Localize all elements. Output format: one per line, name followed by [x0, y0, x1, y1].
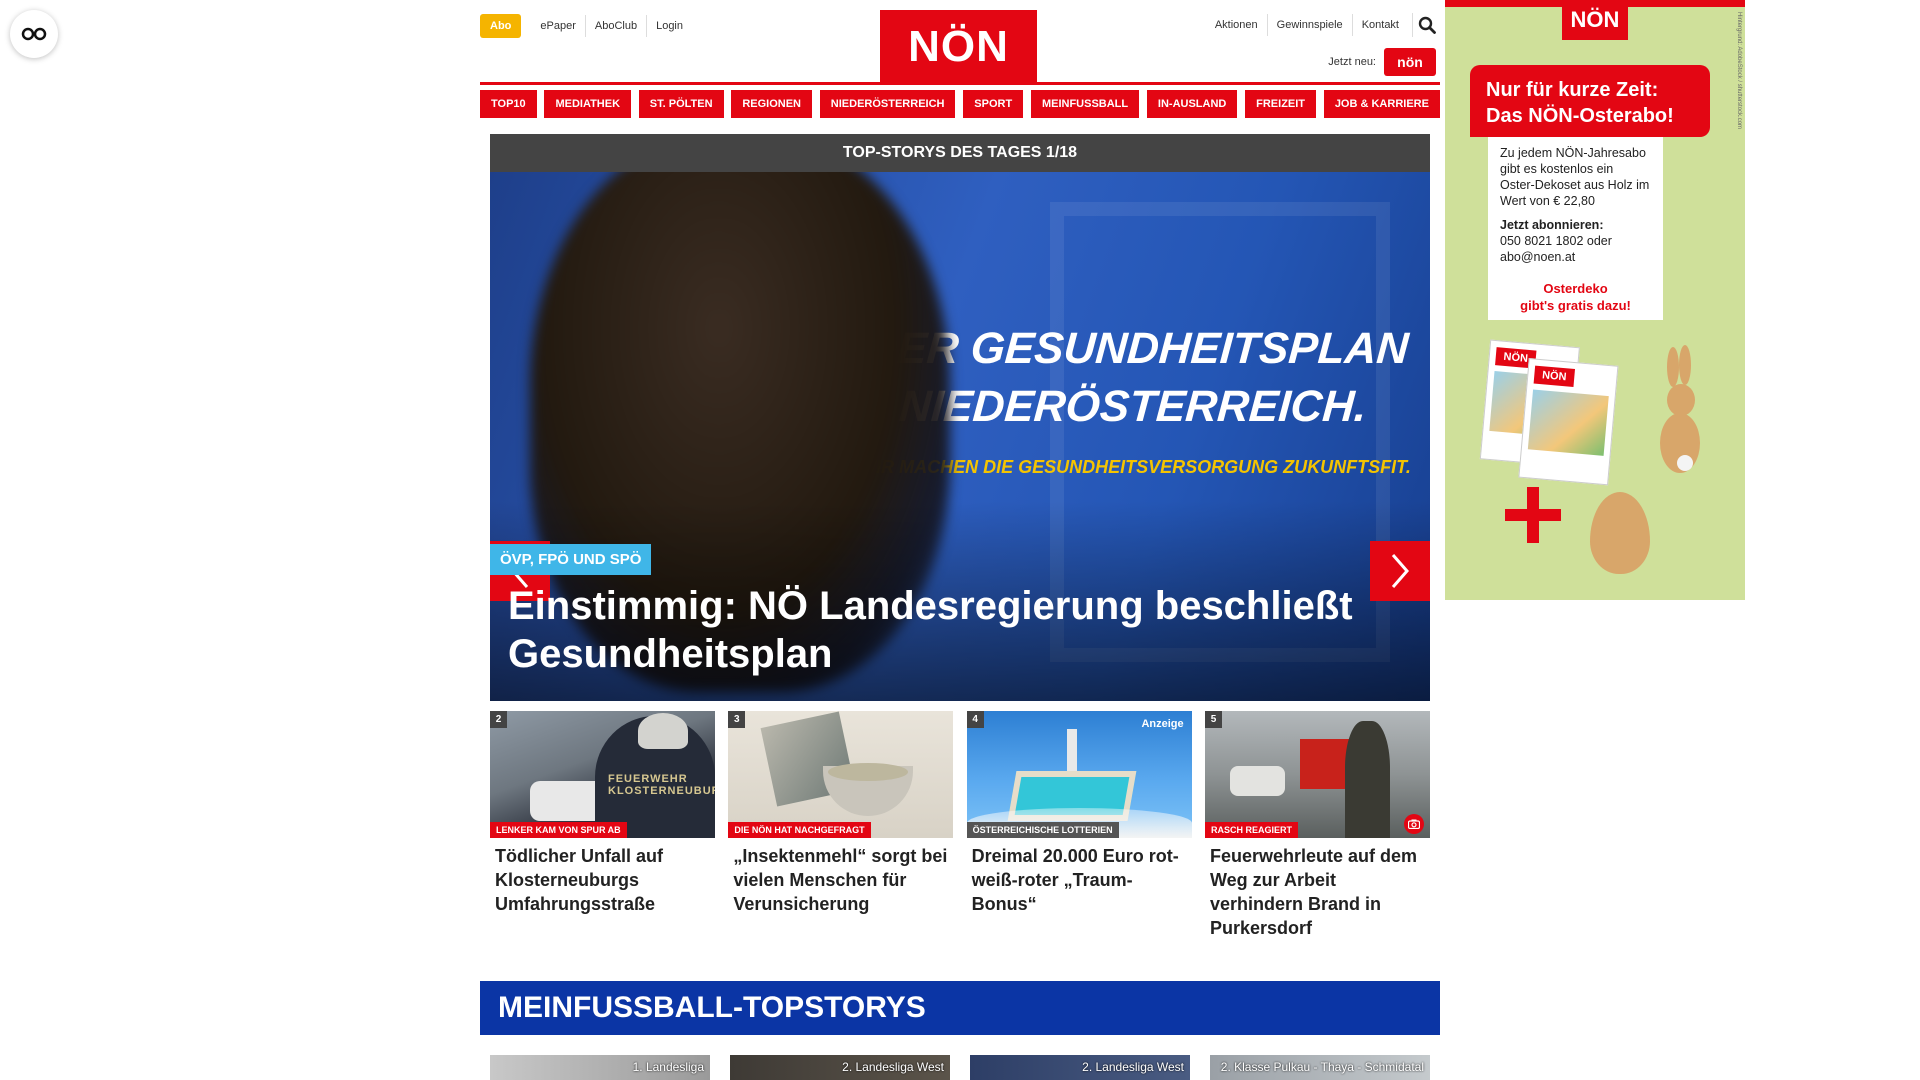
hero-title[interactable]: Einstimmig: NÖ Landesregierung beschließ…	[508, 582, 1388, 678]
login-link[interactable]: Login	[646, 15, 692, 37]
site-header: Abo ePaper AboClub Login NÖN Aktionen Ge…	[480, 0, 1440, 85]
teaser-kicker: ÖSTERREICHISCHE LOTTERIEN	[966, 822, 1119, 838]
slider-title: TOP-STORYS DES TAGES 1/18	[490, 134, 1430, 172]
teaser-image[interactable]: 3 DIE NÖN HAT NACHGEFRAGT	[728, 711, 954, 838]
ad-banner-line-2: Das NÖN-Osterabo!	[1486, 105, 1674, 127]
teaser-number: 5	[1204, 711, 1222, 728]
camera-icon	[1403, 814, 1424, 834]
teaser-image[interactable]: 4 Anzeige ÖSTERREICHISCHE LOTTERIEN	[966, 711, 1192, 838]
ad-label: Anzeige	[1141, 718, 1184, 730]
nav-niederoesterreich[interactable]: NIEDERÖSTERREICH	[819, 90, 956, 118]
league-tag: 2. Klasse Pulkau - Thaya - Schmidatal	[1220, 1060, 1424, 1074]
ad-logo: NÖN	[1562, 0, 1628, 40]
teaser-title[interactable]: „Insektenmehl“ sorgt bei vielen Menschen…	[728, 844, 953, 916]
nav-freizeit[interactable]: FREIZEIT	[1245, 90, 1317, 118]
accessibility-button[interactable]	[10, 10, 58, 58]
ad-osterdeko-line-1: Osterdeko	[1543, 281, 1608, 296]
ad-credit: Hintergrund: AdobeStock / shutterstock.c…	[1736, 12, 1742, 130]
header-divider	[480, 82, 1440, 85]
ad-cta-title: Jetzt abonnieren:	[1500, 218, 1604, 232]
teaser-image[interactable]: 5 RASCH REAGIERT	[1204, 711, 1430, 838]
teaser-kicker: LENKER KAM VON SPUR AB	[490, 822, 627, 838]
top-stories-slider[interactable]: TOP-STORYS DES TAGES 1/18 DER GESUNDHEIT…	[490, 134, 1430, 701]
aboclub-link[interactable]: AboClub	[584, 15, 646, 37]
ad-osterdeko: Osterdeko gibt's gratis dazu!	[1488, 280, 1663, 314]
nav-mediathek[interactable]: MEDIATHEK	[544, 90, 632, 118]
teaser-card[interactable]: 4 Anzeige ÖSTERREICHISCHE LOTTERIEN Drei…	[966, 711, 1192, 940]
meinfussball-card[interactable]: 2. Landesliga West	[970, 1055, 1190, 1080]
osterabo-ad[interactable]: NÖN Hintergrund: AdobeStock / shuttersto…	[1445, 0, 1745, 600]
teaser-image[interactable]: FEUERWEHR KLOSTERNEUBURG 2 LENKER KAM VO…	[490, 711, 715, 838]
ad-banner: Nur für kurze Zeit: Das NÖN-Osterabo!	[1470, 65, 1710, 137]
ad-body: Zu jedem NÖN-Jahresabo gibt es kostenlos…	[1500, 146, 1650, 208]
jetzt-neu-label: Jetzt neu:	[1328, 56, 1376, 68]
abo-button[interactable]: Abo	[480, 14, 522, 38]
teaser-card[interactable]: 5 RASCH REAGIERT Feuerwehrleute auf dem …	[1204, 711, 1430, 940]
teaser-number: 3	[728, 711, 746, 728]
magazine-stack-image: NÖN NÖN	[1479, 330, 1620, 486]
kontakt-link[interactable]: Kontakt	[1351, 14, 1408, 36]
nav-meinfussball[interactable]: MEINFUSSBALL	[1030, 90, 1140, 118]
hero-kicker[interactable]: ÖVP, FPÖ UND SPÖ	[490, 544, 652, 575]
meinfussball-row: 1. Landesliga 2. Landesliga West 2. Land…	[490, 1055, 1430, 1080]
ad-banner-line-1: Nur für kurze Zeit:	[1486, 79, 1659, 101]
teaser-kicker: RASCH REAGIERT	[1204, 822, 1298, 838]
jetzt-neu-logo[interactable]: nön	[1384, 48, 1436, 76]
teaser-card[interactable]: 3 DIE NÖN HAT NACHGEFRAGT „Insektenmehl“…	[728, 711, 954, 940]
image-text: FEUERWEHR KLOSTERNEUBURG	[608, 773, 715, 797]
nav-sport[interactable]: SPORT	[963, 90, 1024, 118]
image-firefighter	[1344, 721, 1390, 838]
teaser-title[interactable]: Dreimal 20.000 Euro rot-weiß-roter „Trau…	[967, 844, 1192, 916]
epaper-link[interactable]: ePaper	[531, 15, 584, 37]
main-nav: TOP10 MEDIATHEK ST. PÖLTEN REGIONEN NIED…	[480, 90, 1440, 118]
section-heading[interactable]: MEINFUSSBALL-TOPSTORYS	[480, 981, 1440, 1035]
image-bowl-top	[828, 763, 909, 781]
ad-cta-body: 050 8021 1802 oder abo@noen.at	[1500, 234, 1612, 264]
image-car	[1229, 766, 1285, 796]
teaser-kicker: DIE NÖN HAT NACHGEFRAGT	[728, 822, 871, 838]
top-left-links: Abo ePaper AboClub Login	[480, 14, 692, 38]
nav-job-karriere[interactable]: JOB & KARRIERE	[1323, 90, 1440, 118]
nav-regionen[interactable]: REGIONEN	[731, 90, 813, 118]
top-right-links: Aktionen Gewinnspiele Kontakt	[1206, 13, 1440, 37]
ad-osterdeko-line-2: gibt's gratis dazu!	[1520, 298, 1631, 313]
chevron-right-icon	[1391, 554, 1409, 588]
teaser-title[interactable]: Feuerwehrleute auf dem Weg zur Arbeit ve…	[1205, 844, 1430, 940]
gewinnspiele-link[interactable]: Gewinnspiele	[1266, 14, 1352, 36]
image-helmet	[638, 713, 688, 749]
teaser-number: 2	[490, 711, 507, 728]
teaser-title[interactable]: Tödlicher Unfall auf Klosterneuburgs Umf…	[490, 844, 715, 916]
nav-in-ausland[interactable]: IN-AUSLAND	[1146, 90, 1238, 118]
league-tag: 1. Landesliga	[632, 1060, 704, 1074]
teaser-number: 4	[966, 711, 984, 728]
nav-st-poelten[interactable]: ST. PÖLTEN	[638, 90, 724, 118]
jetzt-neu: Jetzt neu: nön	[1328, 48, 1436, 76]
teaser-card[interactable]: FEUERWEHR KLOSTERNEUBURG 2 LENKER KAM VO…	[490, 711, 715, 940]
search-icon[interactable]	[1412, 13, 1440, 37]
image-fire-truck	[1299, 739, 1350, 789]
meinfussball-card[interactable]: 2. Klasse Pulkau - Thaya - Schmidatal	[1210, 1055, 1430, 1080]
magazine-cover: NÖN	[1518, 357, 1619, 486]
aktionen-link[interactable]: Aktionen	[1206, 14, 1267, 36]
accessibility-glasses-icon	[21, 27, 47, 41]
plus-icon	[1505, 487, 1561, 543]
teaser-row: FEUERWEHR KLOSTERNEUBURG 2 LENKER KAM VO…	[490, 711, 1430, 940]
magazine-photo	[1527, 389, 1609, 456]
main-page: Abo ePaper AboClub Login NÖN Aktionen Ge…	[480, 0, 1440, 1080]
league-tag: 2. Landesliga West	[842, 1060, 944, 1074]
league-tag: 2. Landesliga West	[1082, 1060, 1184, 1074]
noen-logo[interactable]: NÖN	[880, 10, 1037, 84]
wooden-bunny-icon	[1660, 345, 1700, 473]
magazine-logo: NÖN	[1533, 365, 1576, 387]
nav-top10[interactable]: TOP10	[480, 90, 537, 118]
meinfussball-card[interactable]: 2. Landesliga West	[730, 1055, 950, 1080]
wooden-egg-icon	[1590, 492, 1650, 574]
meinfussball-card[interactable]: 1. Landesliga	[490, 1055, 710, 1080]
